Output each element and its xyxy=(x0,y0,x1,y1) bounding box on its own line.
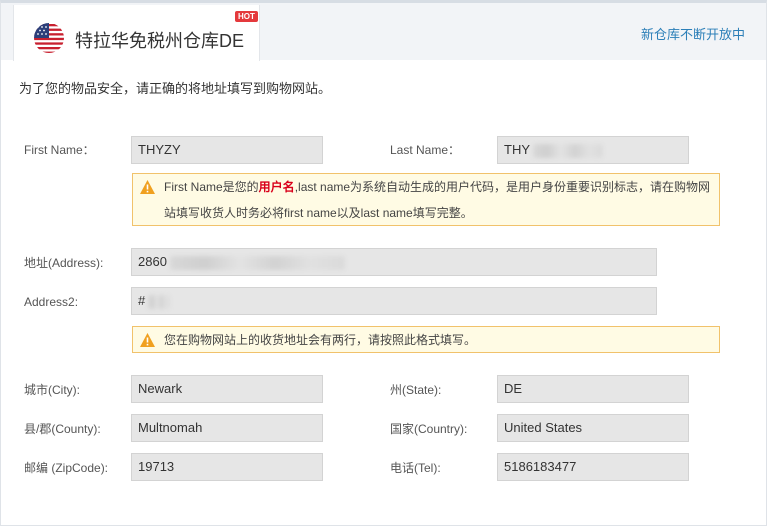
city-label: 城市(City): xyxy=(24,383,80,397)
us-flag-icon xyxy=(34,23,64,53)
redacted-blur xyxy=(169,255,345,270)
last-name-value: THY xyxy=(504,142,530,157)
redacted-blur xyxy=(533,143,603,158)
county-field[interactable]: Multnomah xyxy=(131,414,323,442)
first-name-label: First Name： xyxy=(24,143,95,157)
zipcode-field[interactable]: 19713 xyxy=(131,453,323,481)
city-value: Newark xyxy=(138,381,183,396)
warehouse-tab[interactable]: 特拉华免税州仓库DE HOT xyxy=(13,5,260,61)
address-notice: 您在购物网站上的收货地址会有两行，请按照此格式填写。 xyxy=(132,326,720,353)
state-value: DE xyxy=(504,381,523,396)
tel-field[interactable]: 5186183477 xyxy=(497,453,689,481)
address-value: 2860 xyxy=(138,254,167,269)
state-label: 州(State): xyxy=(390,383,442,397)
country-value: United States xyxy=(504,420,583,435)
intro-text: 为了您的物品安全，请正确的将地址填写到购物网站。 xyxy=(19,81,332,96)
redacted-blur xyxy=(148,294,171,309)
county-label: 县/郡(County): xyxy=(24,422,101,436)
zipcode-label: 邮编 (ZipCode): xyxy=(24,461,109,475)
warning-icon xyxy=(140,333,155,347)
username-notice-text: First Name是您的用户名,last name为系统自动生成的用户代码，是… xyxy=(164,174,711,226)
address2-value: # xyxy=(138,293,146,308)
warehouse-tab-title: 特拉华免税州仓库DE xyxy=(75,31,245,51)
notice-text-part1: First Name是您的 xyxy=(164,180,259,194)
address2-field[interactable]: # xyxy=(131,287,657,315)
state-field[interactable]: DE xyxy=(497,375,689,403)
address2-label: Address2: xyxy=(24,295,79,309)
last-name-label: Last Name： xyxy=(390,143,461,157)
hot-badge: HOT xyxy=(235,11,258,22)
address-label: 地址(Address): xyxy=(24,256,104,270)
new-warehouse-link[interactable]: 新仓库不断开放中 xyxy=(641,24,745,43)
tel-value: 5186183477 xyxy=(504,459,577,474)
first-name-value: THYZY xyxy=(138,142,181,157)
tel-label: 电话(Tel): xyxy=(390,461,441,475)
country-field[interactable]: United States xyxy=(497,414,689,442)
warning-icon xyxy=(140,180,155,194)
country-label: 国家(Country): xyxy=(390,422,468,436)
county-value: Multnomah xyxy=(138,420,203,435)
zipcode-value: 19713 xyxy=(138,459,175,474)
header-bar: 特拉华免税州仓库DE HOT 新仓库不断开放中 xyxy=(1,3,766,61)
address-field[interactable]: 2860 xyxy=(131,248,657,276)
username-notice: First Name是您的用户名,last name为系统自动生成的用户代码，是… xyxy=(132,173,720,226)
address-notice-text: 您在购物网站上的收货地址会有两行，请按照此格式填写。 xyxy=(164,333,477,347)
city-field[interactable]: Newark xyxy=(131,375,323,403)
notice-highlight: 用户名 xyxy=(258,180,295,194)
first-name-field[interactable]: THYZY xyxy=(131,136,323,164)
last-name-field[interactable]: THY xyxy=(497,136,689,164)
